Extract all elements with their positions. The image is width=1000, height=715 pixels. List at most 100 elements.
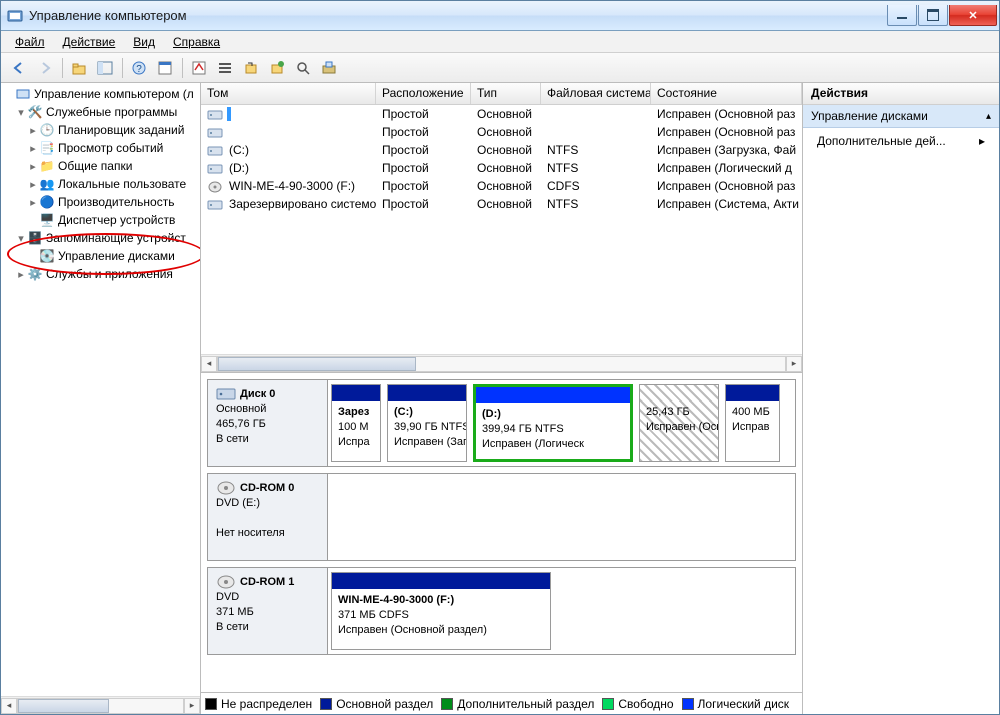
scroll-track[interactable]	[17, 698, 184, 714]
partition[interactable]: WIN-ME-4-90-3000 (F:)371 МБ CDFSИсправен…	[331, 572, 551, 650]
legend-logical: Логический диск	[682, 697, 790, 711]
col-volume[interactable]: Том	[201, 83, 376, 104]
tree-scrollbar[interactable]: ◂ ▸	[1, 696, 200, 714]
tree-event-viewer[interactable]: 📑 Просмотр событий	[1, 139, 200, 157]
disk-row[interactable]: Диск 0Основной465,76 ГБВ сетиЗарез100 МИ…	[207, 379, 796, 467]
expander-icon[interactable]	[27, 124, 39, 137]
toolbar-sep	[119, 56, 125, 80]
actions-section-header[interactable]: Управление дисками ▴	[803, 105, 999, 128]
close-button[interactable]	[949, 5, 997, 26]
list-view-button[interactable]	[213, 56, 237, 80]
partition-color-bar	[726, 385, 779, 401]
tree-root[interactable]: Управление компьютером (л	[1, 85, 200, 103]
legend-extended: Дополнительный раздел	[441, 697, 594, 711]
disk-line3: Нет носителя	[216, 527, 285, 539]
volume-row[interactable]: Зарезервировано системойПростойОсновнойN…	[201, 195, 802, 213]
partition-info: (D:)399,94 ГБ NTFSИсправен (Логическ	[476, 403, 630, 459]
nav-forward-button[interactable]	[33, 56, 57, 80]
volume-type: Основной	[471, 107, 541, 121]
volume-rows[interactable]: ПростойОсновнойИсправен (Основной разПро…	[201, 105, 802, 354]
legend: Не распределен Основной раздел Дополните…	[201, 692, 802, 714]
action-button-1[interactable]	[239, 56, 263, 80]
partition[interactable]: (C:)39,90 ГБ NTFSИсправен (Загруз	[387, 384, 467, 462]
nav-back-button[interactable]	[7, 56, 31, 80]
col-layout[interactable]: Расположение	[376, 83, 471, 104]
action-button-2[interactable]	[265, 56, 289, 80]
partition-color-bar	[332, 385, 380, 401]
console-tree[interactable]: Управление компьютером (л 🛠️ Служебные п…	[1, 83, 200, 696]
partition-info: Зарез100 МИспра	[332, 401, 380, 461]
expander-icon[interactable]	[27, 178, 39, 191]
expander-icon[interactable]	[27, 196, 39, 209]
tree-services-apps[interactable]: ⚙️ Службы и приложения	[1, 265, 200, 283]
menu-view[interactable]: Вид	[125, 33, 163, 51]
tree-storage[interactable]: 🗄️ Запоминающие устройст	[1, 229, 200, 247]
partition[interactable]: (D:)399,94 ГБ NTFSИсправен (Логическ	[473, 384, 633, 462]
swatch-icon	[682, 698, 694, 710]
volume-row[interactable]: WIN-ME-4-90-3000 (F:)ПростойОсновнойCDFS…	[201, 177, 802, 195]
expander-icon[interactable]	[15, 232, 27, 245]
scroll-right-button[interactable]: ▸	[184, 698, 200, 714]
search-button[interactable]	[291, 56, 315, 80]
col-type[interactable]: Тип	[471, 83, 541, 104]
expander-icon[interactable]	[27, 142, 39, 155]
col-status[interactable]: Состояние	[651, 83, 802, 104]
tree-performance[interactable]: 🔵 Производительность	[1, 193, 200, 211]
scroll-left-button[interactable]: ◂	[201, 356, 217, 372]
up-button[interactable]	[67, 56, 91, 80]
legend-free: Свободно	[602, 697, 673, 711]
volume-row[interactable]: (C:)ПростойОсновнойNTFSИсправен (Загрузк…	[201, 141, 802, 159]
volume-row[interactable]: ПростойОсновнойИсправен (Основной раз	[201, 105, 802, 123]
actions-more-link[interactable]: Дополнительные дей... ▸	[803, 128, 999, 154]
menu-file[interactable]: Файл	[7, 33, 53, 51]
scroll-right-button[interactable]: ▸	[786, 356, 802, 372]
refresh-button[interactable]	[187, 56, 211, 80]
volume-list-header: Том Расположение Тип Файловая система Со…	[201, 83, 802, 105]
app-icon	[7, 8, 23, 24]
tree-disk-management[interactable]: 💽 Управление дисками	[1, 247, 200, 265]
partition[interactable]: Зарез100 МИспра	[331, 384, 381, 462]
settings-button[interactable]	[317, 56, 341, 80]
menubar: Файл Действие Вид Справка	[1, 31, 999, 53]
expander-icon[interactable]	[27, 160, 39, 173]
partition-info: WIN-ME-4-90-3000 (F:)371 МБ CDFSИсправен…	[332, 589, 550, 649]
window-buttons	[886, 5, 997, 26]
volume-icon	[207, 145, 223, 157]
maximize-button[interactable]	[918, 5, 948, 26]
tree-system-tools[interactable]: 🛠️ Служебные программы	[1, 103, 200, 121]
partition-info: (C:)39,90 ГБ NTFSИсправен (Загруз	[388, 401, 466, 461]
disk-partitions: Зарез100 МИспра(C:)39,90 ГБ NTFSИсправен…	[328, 380, 795, 466]
scroll-track[interactable]	[217, 356, 786, 372]
volume-row[interactable]: ПростойОсновнойИсправен (Основной раз	[201, 123, 802, 141]
titlebar[interactable]: Управление компьютером	[1, 1, 999, 31]
tree-device-manager[interactable]: 🖥️ Диспетчер устройств	[1, 211, 200, 229]
menu-action[interactable]: Действие	[55, 33, 124, 51]
expander-icon[interactable]	[15, 106, 27, 119]
volume-fs: CDFS	[541, 179, 651, 193]
col-fs[interactable]: Файловая система	[541, 83, 651, 104]
partition[interactable]: 400 МБИсправ	[725, 384, 780, 462]
disk-row[interactable]: CD-ROM 0DVD (E:)Нет носителя	[207, 473, 796, 561]
show-hide-tree-button[interactable]	[93, 56, 117, 80]
volume-list-scrollbar[interactable]: ◂ ▸	[201, 354, 802, 372]
tree-shared-folders[interactable]: 📁 Общие папки	[1, 157, 200, 175]
minimize-button[interactable]	[887, 5, 917, 26]
properties-button[interactable]	[153, 56, 177, 80]
help-button[interactable]: ?	[127, 56, 151, 80]
disk-map[interactable]: Диск 0Основной465,76 ГБВ сетиЗарез100 МИ…	[201, 373, 802, 692]
disk-row[interactable]: CD-ROM 1DVD371 МБВ сетиWIN-ME-4-90-3000 …	[207, 567, 796, 655]
expander-icon[interactable]	[15, 268, 27, 281]
tree-task-scheduler[interactable]: 🕒 Планировщик заданий	[1, 121, 200, 139]
volume-fs: NTFS	[541, 197, 651, 211]
volume-row[interactable]: (D:)ПростойОсновнойNTFSИсправен (Логичес…	[201, 159, 802, 177]
toolbar: ?	[1, 53, 999, 83]
volume-layout: Простой	[376, 161, 471, 175]
partition[interactable]: 25,43 ГБИсправен (Осно	[639, 384, 719, 462]
scroll-left-button[interactable]: ◂	[1, 698, 17, 714]
tree-local-users[interactable]: 👥 Локальные пользовате	[1, 175, 200, 193]
volume-list: Том Расположение Тип Файловая система Со…	[201, 83, 802, 373]
volume-layout: Простой	[376, 107, 471, 121]
menu-help[interactable]: Справка	[165, 33, 228, 51]
volume-type: Основной	[471, 179, 541, 193]
disk-icon	[216, 480, 236, 496]
